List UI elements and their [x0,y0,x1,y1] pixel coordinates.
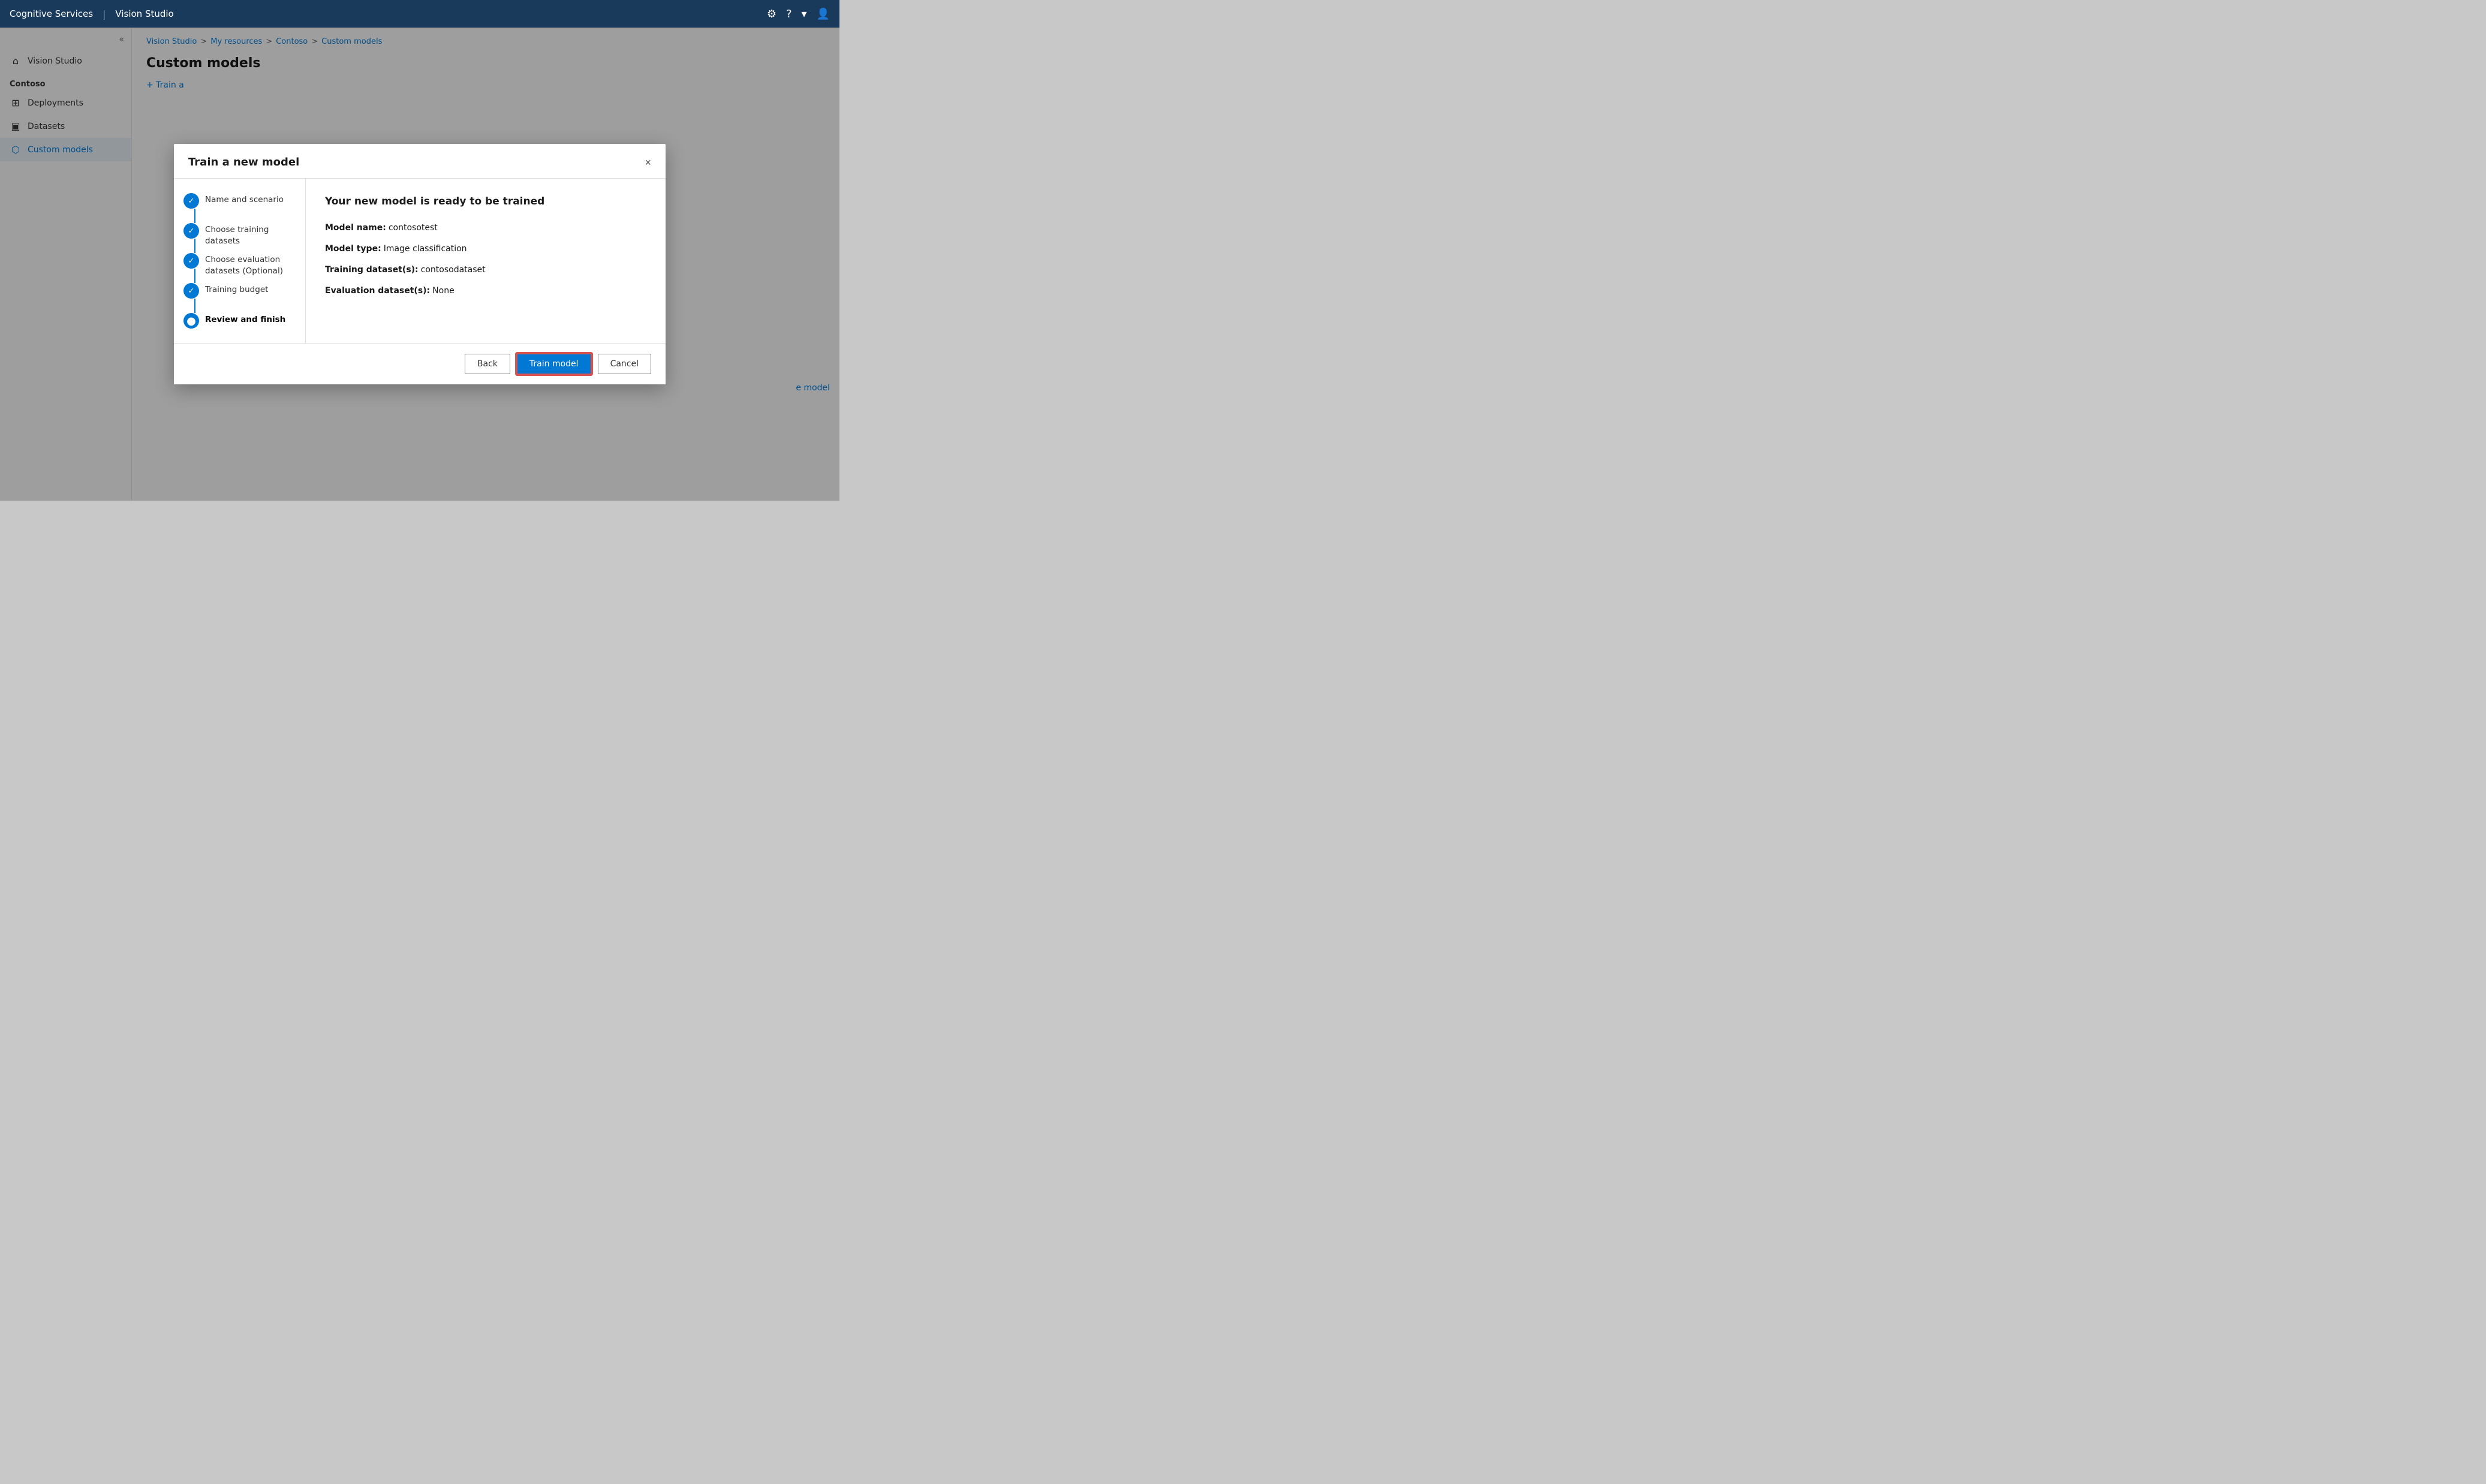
modal-header: Train a new model × [174,144,666,179]
top-nav: Cognitive Services | Vision Studio ⚙ ? ▾… [0,0,839,28]
modal-body: ✓ Name and scenario ✓ Choose training da… [174,179,666,343]
review-value-evaluation-dataset: None [432,285,455,297]
review-heading: Your new model is ready to be trained [325,195,646,207]
review-row-training-dataset: Training dataset(s): contosodataset [325,264,646,276]
review-row-model-type: Model type: Image classification [325,243,646,255]
modal-overlay: Train a new model × ✓ Name and scenario [0,28,839,501]
review-value-model-type: Image classification [384,243,467,255]
nav-left: Cognitive Services | Vision Studio [10,8,174,20]
step-circle-5: ● [183,313,199,329]
step-item-name-scenario: ✓ Name and scenario [183,193,296,223]
review-label-model-name: Model name: [325,222,386,234]
step-label-2: Choose training datasets [205,223,296,247]
step-connector-2 [194,239,195,253]
review-label-training-dataset: Training dataset(s): [325,264,419,276]
wizard-steps-panel: ✓ Name and scenario ✓ Choose training da… [174,179,306,343]
step-label-4: Training budget [205,283,268,296]
back-button[interactable]: Back [465,354,510,374]
step-label-1: Name and scenario [205,193,284,206]
step-connector-1 [194,209,195,223]
step-item-choose-training: ✓ Choose training datasets [183,223,296,253]
nav-divider: | [103,8,106,20]
review-label-model-type: Model type: [325,243,381,255]
review-value-training-dataset: contosodataset [421,264,486,276]
review-row-model-name: Model name: contosotest [325,222,646,234]
step-label-5: Review and finish [205,313,285,326]
review-value-model-name: contosotest [389,222,438,234]
step-circle-1: ✓ [183,193,199,209]
step-circle-3: ✓ [183,253,199,269]
step-circle-4: ✓ [183,283,199,299]
dropdown-icon[interactable]: ▾ [802,8,807,20]
modal-close-button[interactable]: × [645,157,651,168]
settings-icon[interactable]: ⚙ [767,8,777,20]
step-item-choose-evaluation: ✓ Choose evaluation datasets (Optional) [183,253,296,283]
help-icon[interactable]: ? [786,8,792,20]
train-model-button[interactable]: Train model [516,353,592,375]
modal-footer: Back Train model Cancel [174,343,666,384]
nav-right: ⚙ ? ▾ 👤 [767,8,830,20]
review-panel: Your new model is ready to be trained Mo… [306,179,666,343]
step-item-training-budget: ✓ Training budget [183,283,296,313]
step-item-review-finish: ● Review and finish [183,313,296,329]
modal-title: Train a new model [188,156,299,168]
cancel-button[interactable]: Cancel [598,354,651,374]
step-label-3: Choose evaluation datasets (Optional) [205,253,296,277]
step-circle-2: ✓ [183,223,199,239]
footer-right: Back Train model Cancel [465,353,651,375]
modal-dialog: Train a new model × ✓ Name and scenario [174,144,666,384]
nav-product: Vision Studio [115,8,173,19]
nav-brand: Cognitive Services [10,8,93,19]
user-icon[interactable]: 👤 [817,8,830,20]
review-row-evaluation-dataset: Evaluation dataset(s): None [325,285,646,297]
step-connector-4 [194,299,195,313]
step-connector-3 [194,269,195,283]
review-label-evaluation-dataset: Evaluation dataset(s): [325,285,430,297]
